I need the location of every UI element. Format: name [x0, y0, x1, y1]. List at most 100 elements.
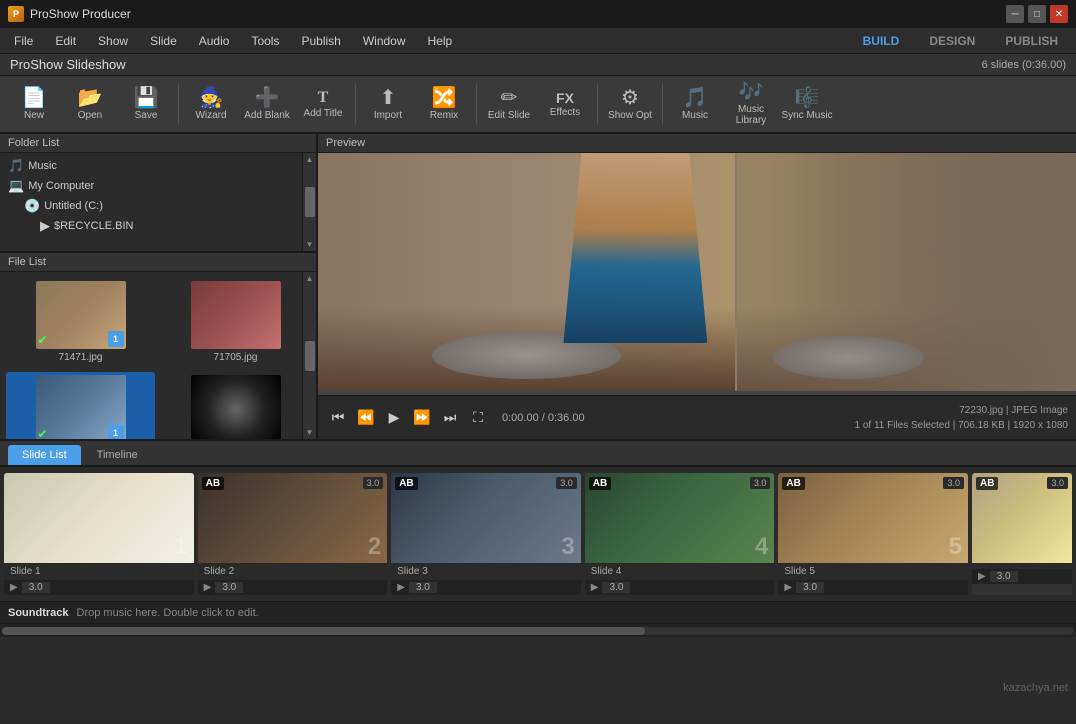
maximize-button[interactable]: □	[1028, 5, 1046, 23]
transport-start-button[interactable]: ⏮	[326, 406, 350, 430]
toolbar-import-button[interactable]: ⬆ Import	[362, 79, 414, 129]
slide-item[interactable]: 1 Slide 1 ▶	[4, 473, 194, 595]
transport-next-button[interactable]: ⏩	[410, 406, 434, 430]
file-scroll-thumb[interactable]	[305, 341, 315, 371]
toolbar-remix-button[interactable]: 🔀 Remix	[418, 79, 470, 129]
slide-thumbnail: AB 3.0 2	[198, 473, 388, 563]
folder-item-mycomputer[interactable]: 💻 My Computer	[4, 176, 312, 196]
transport-fullscreen-button[interactable]: ⛶	[466, 406, 490, 430]
mode-publish-button[interactable]: PUBLISH	[991, 31, 1072, 51]
slide-duration-input[interactable]	[796, 582, 824, 593]
slide-play-row: ▶	[972, 569, 1072, 584]
menu-tools[interactable]: Tools	[241, 32, 289, 50]
file-use-badge: 1	[108, 425, 124, 439]
menu-edit[interactable]: Edit	[45, 32, 86, 50]
toolbar-effects-button[interactable]: FX Effects	[539, 79, 591, 129]
minimize-button[interactable]: ─	[1006, 5, 1024, 23]
slide-play-button[interactable]: ▶	[591, 582, 599, 593]
drive-icon: 💿	[24, 198, 40, 214]
preview-header: Preview	[318, 134, 1076, 153]
slide-item[interactable]: AB 3.0 2 Slide 2 ▶	[198, 473, 388, 595]
toolbar-add-blank-button[interactable]: ➕ Add Blank	[241, 79, 293, 129]
menu-slide[interactable]: Slide	[140, 32, 187, 50]
sync-music-icon: 🎼	[795, 88, 820, 108]
toolbar-show-opt-button[interactable]: ⚙ Show Opt	[604, 79, 656, 129]
file-item[interactable]: ✔ 1 71471.jpg	[6, 278, 155, 366]
toolbar-wizard-button[interactable]: 🧙 Wizard	[185, 79, 237, 129]
toolbar-sync-music-button[interactable]: 🎼 Sync Music	[781, 79, 833, 129]
file-item[interactable]: ✔ 1 72230.jpg	[6, 372, 155, 439]
tab-timeline[interactable]: Timeline	[83, 445, 152, 465]
slide-play-button[interactable]: ▶	[784, 582, 792, 593]
app-icon: P	[8, 6, 24, 22]
toolbar-new-button[interactable]: 📄 New	[8, 79, 60, 129]
slide-item[interactable]: AB 3.0 3 Slide 3 ▶	[391, 473, 581, 595]
slide-play-button[interactable]: ▶	[397, 582, 405, 593]
file-scroll-down[interactable]: ▼	[306, 428, 314, 437]
slide-duration-input[interactable]	[990, 571, 1018, 582]
folder-item-recycle[interactable]: ▶ $RECYCLE.BIN	[4, 216, 312, 236]
menu-window[interactable]: Window	[353, 32, 416, 50]
scroll-up-arrow[interactable]: ▲	[306, 155, 314, 164]
mode-buttons: BUILD DESIGN PUBLISH	[849, 31, 1072, 51]
preview-controls: ⏮ ⏪ ▶ ⏩ ⏭ ⛶ 0:00.00 / 0:36.00 72230.jpg …	[318, 395, 1076, 439]
scroll-thumb[interactable]	[305, 187, 315, 217]
file-item[interactable]: 71705.jpg	[161, 278, 310, 366]
folder-list-header: Folder List	[0, 134, 316, 153]
horizontal-scrollbar[interactable]	[0, 623, 1076, 637]
file-scroll-up[interactable]: ▲	[306, 274, 314, 283]
menu-help[interactable]: Help	[418, 32, 463, 50]
toolbar-sep-1	[178, 84, 179, 124]
menu-show[interactable]: Show	[88, 32, 138, 50]
scroll-down-arrow[interactable]: ▼	[306, 240, 314, 249]
title-bar: P ProShow Producer ─ □ ✕	[0, 0, 1076, 28]
toolbar-new-label: New	[24, 110, 44, 121]
close-button[interactable]: ✕	[1050, 5, 1068, 23]
toolbar-edit-slide-button[interactable]: ✏ Edit Slide	[483, 79, 535, 129]
toolbar-save-button[interactable]: 💾 Save	[120, 79, 172, 129]
slide-item[interactable]: AB 3.0 4 Slide 4 ▶	[585, 473, 775, 595]
transport-prev-button[interactable]: ⏪	[354, 406, 378, 430]
app-title: ProShow Producer	[30, 7, 131, 21]
slide-footer: Slide 2	[198, 563, 388, 580]
toolbar-music-library-button[interactable]: 🎶 Music Library	[725, 79, 777, 129]
toolbar-music-button[interactable]: 🎵 Music	[669, 79, 721, 129]
tab-slide-list[interactable]: Slide List	[8, 445, 81, 465]
menu-publish[interactable]: Publish	[291, 32, 350, 50]
slide-duration-input[interactable]	[409, 582, 437, 593]
folder-item-music[interactable]: 🎵 Music	[4, 156, 312, 176]
menu-items: File Edit Show Slide Audio Tools Publish…	[4, 32, 462, 50]
folder-item-c[interactable]: 💿 Untitled (C:)	[4, 196, 312, 216]
file-item[interactable]: 72260.jpg	[161, 372, 310, 439]
toolbar-open-button[interactable]: 📂 Open	[64, 79, 116, 129]
slide-duration-input[interactable]	[22, 582, 50, 593]
menu-file[interactable]: File	[4, 32, 43, 50]
slide-duration-input[interactable]	[215, 582, 243, 593]
scroll-track[interactable]	[2, 627, 1074, 635]
scroll-thumb[interactable]	[2, 627, 645, 635]
toolbar-add-title-button[interactable]: T Add Title	[297, 79, 349, 129]
file-list-header: File List	[0, 253, 316, 272]
transport-play-button[interactable]: ▶	[382, 406, 406, 430]
menu-audio[interactable]: Audio	[189, 32, 240, 50]
sub-header: ProShow Slideshow 6 slides (0:36.00)	[0, 54, 1076, 76]
slide-label: Slide 1	[10, 566, 41, 577]
menu-bar: File Edit Show Slide Audio Tools Publish…	[0, 28, 1076, 54]
slide-play-button[interactable]: ▶	[204, 582, 212, 593]
slide-item[interactable]: AB 3.0 ▶	[972, 473, 1072, 595]
soundtrack-label: Soundtrack	[8, 607, 69, 619]
seekbar[interactable]	[318, 391, 1076, 395]
slide-ab-badge: AB	[395, 477, 417, 490]
save-icon: 💾	[134, 88, 159, 108]
transport-end-button[interactable]: ⏭	[438, 406, 462, 430]
mode-design-button[interactable]: DESIGN	[915, 31, 989, 51]
folder-scrollbar[interactable]: ▲ ▼	[302, 153, 316, 251]
slide-play-row: ▶	[585, 580, 775, 595]
slide-item[interactable]: AB 3.0 5 Slide 5 ▶	[778, 473, 968, 595]
mode-build-button[interactable]: BUILD	[849, 31, 914, 51]
slide-play-button[interactable]: ▶	[978, 571, 986, 582]
file-list-scrollbar[interactable]: ▲ ▼	[302, 272, 316, 439]
slide-play-button[interactable]: ▶	[10, 582, 18, 593]
slide-duration-input[interactable]	[602, 582, 630, 593]
folder-item-mycomputer-label: My Computer	[28, 180, 94, 192]
